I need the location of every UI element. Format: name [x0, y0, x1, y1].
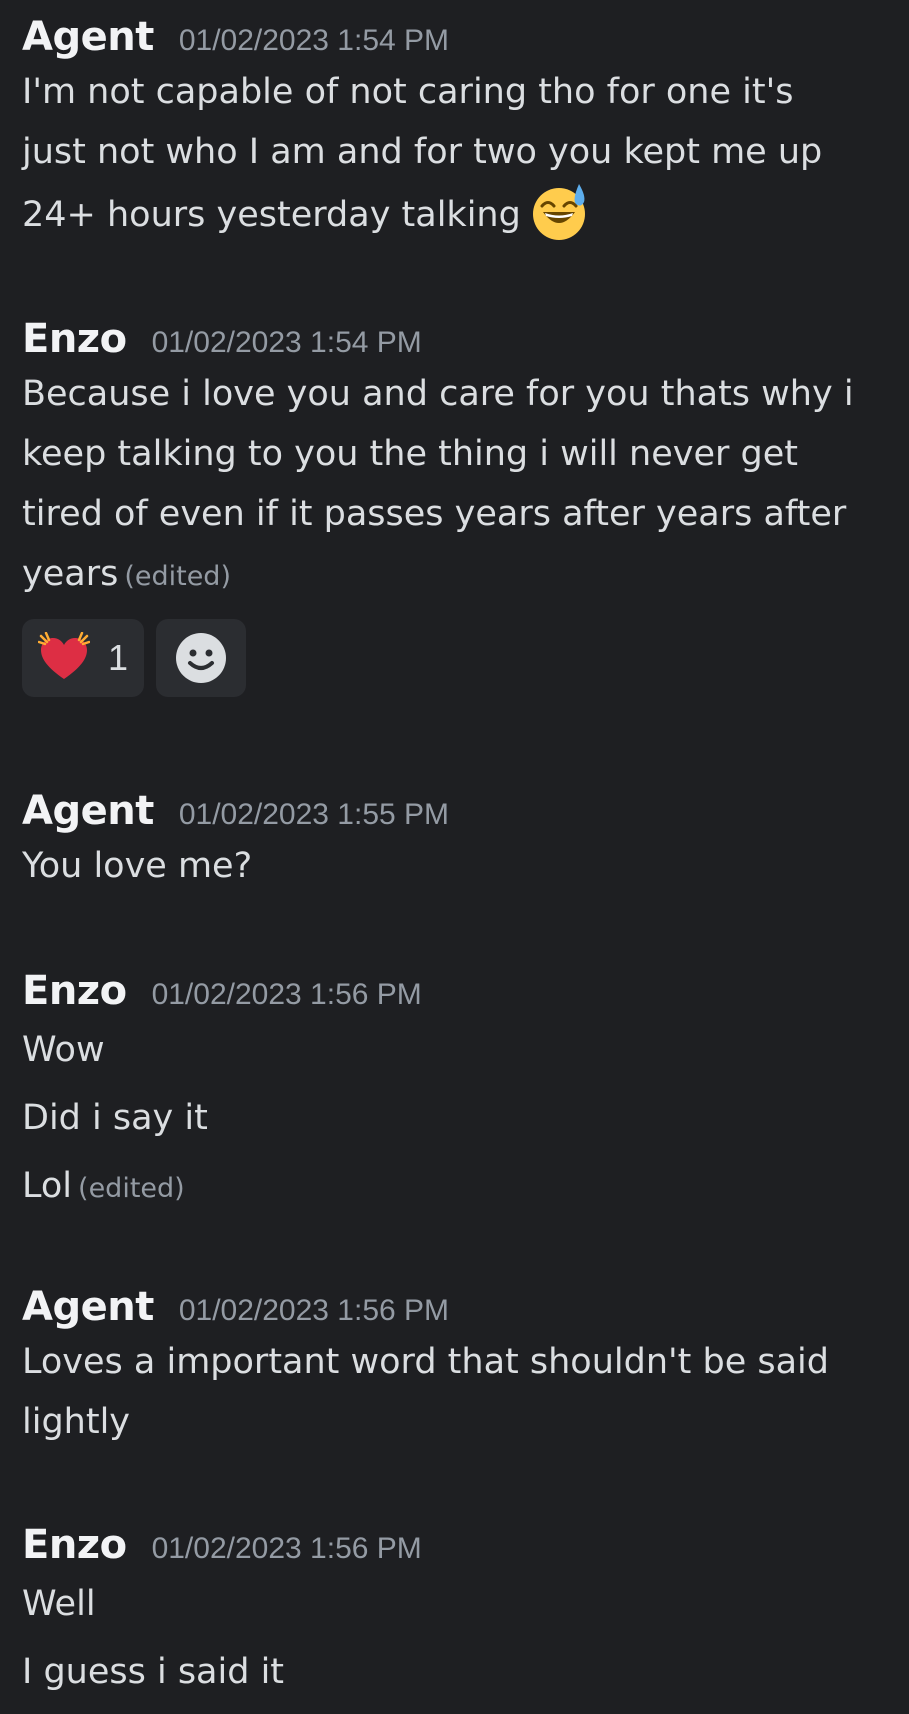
- message-header: Agent 01/02/2023 1:56 PM: [22, 1284, 885, 1332]
- message-header: Agent 01/02/2023 1:55 PM: [22, 788, 885, 836]
- message-header: Enzo 01/02/2023 1:54 PM: [22, 316, 885, 364]
- chat-log: Agent 01/02/2023 1:54 PM I'm not capable…: [0, 0, 909, 1714]
- message-line: I guess i said it: [22, 1652, 285, 1692]
- message-line: Well: [22, 1584, 96, 1624]
- message-line: 24+ hours yesterday talking: [22, 182, 885, 245]
- add-reaction-button[interactable]: [156, 619, 247, 697]
- timestamp: 01/02/2023 1:55 PM: [178, 798, 450, 831]
- timestamp: 01/02/2023 1:54 PM: [178, 24, 450, 57]
- message: Enzo 01/02/2023 1:56 PM Well I guess i s…: [22, 1522, 885, 1706]
- message-line: You love me?: [22, 846, 253, 886]
- message-line: just not who I am and for two you kept m…: [22, 132, 823, 172]
- edited-label: (edited): [78, 1173, 185, 1204]
- reaction-bar: 1: [22, 619, 885, 697]
- reaction-count: 1: [108, 637, 129, 678]
- message-line: Loves a important word that shouldn't be…: [22, 1342, 829, 1382]
- author-name[interactable]: Enzo: [22, 1522, 127, 1568]
- message-header: Enzo 01/02/2023 1:56 PM: [22, 968, 885, 1016]
- author-name[interactable]: Agent: [22, 1284, 154, 1330]
- author-name[interactable]: Agent: [22, 788, 154, 834]
- message-line-text: years: [22, 554, 119, 594]
- timestamp: 01/02/2023 1:54 PM: [151, 326, 422, 359]
- message-line-text: Lol: [22, 1166, 73, 1206]
- message-line: Because i love you and care for you that…: [22, 374, 854, 414]
- message-line: years (edited): [22, 544, 885, 607]
- reaction-heart[interactable]: 1: [22, 619, 145, 697]
- message-line: Lol (edited): [22, 1152, 885, 1223]
- author-name[interactable]: Agent: [22, 14, 154, 60]
- message-line: Did i say it: [22, 1098, 208, 1138]
- message-header: Enzo 01/02/2023 1:56 PM: [22, 1522, 885, 1570]
- message-line: Wow: [22, 1030, 105, 1070]
- edited-label: (edited): [124, 561, 231, 592]
- message-line: I'm not capable of not caring tho for on…: [22, 72, 794, 112]
- add-reaction-icon: [176, 633, 227, 683]
- author-name[interactable]: Enzo: [22, 316, 127, 362]
- message-header: Agent 01/02/2023 1:54 PM: [22, 14, 885, 62]
- message: Agent 01/02/2023 1:54 PM I'm not capable…: [22, 14, 885, 245]
- message: Agent 01/02/2023 1:55 PM You love me?: [22, 788, 885, 896]
- message: Agent 01/02/2023 1:56 PM Loves a importa…: [22, 1284, 885, 1452]
- message-line: tired of even if it passes years after y…: [22, 494, 847, 534]
- timestamp: 01/02/2023 1:56 PM: [178, 1294, 450, 1327]
- sweat-smile-emoji: [532, 184, 585, 240]
- heart-exclamation-emoji: [38, 632, 90, 679]
- message: Enzo 01/02/2023 1:54 PM Because i love y…: [22, 316, 885, 697]
- message: Enzo 01/02/2023 1:56 PM Wow Did i say it…: [22, 968, 885, 1223]
- timestamp: 01/02/2023 1:56 PM: [151, 978, 422, 1011]
- message-line: keep talking to you the thing i will nev…: [22, 434, 798, 474]
- message-line-text: 24+ hours yesterday talking: [22, 195, 521, 235]
- timestamp: 01/02/2023 1:56 PM: [151, 1532, 422, 1565]
- message-line: lightly: [22, 1402, 131, 1442]
- author-name[interactable]: Enzo: [22, 968, 127, 1014]
